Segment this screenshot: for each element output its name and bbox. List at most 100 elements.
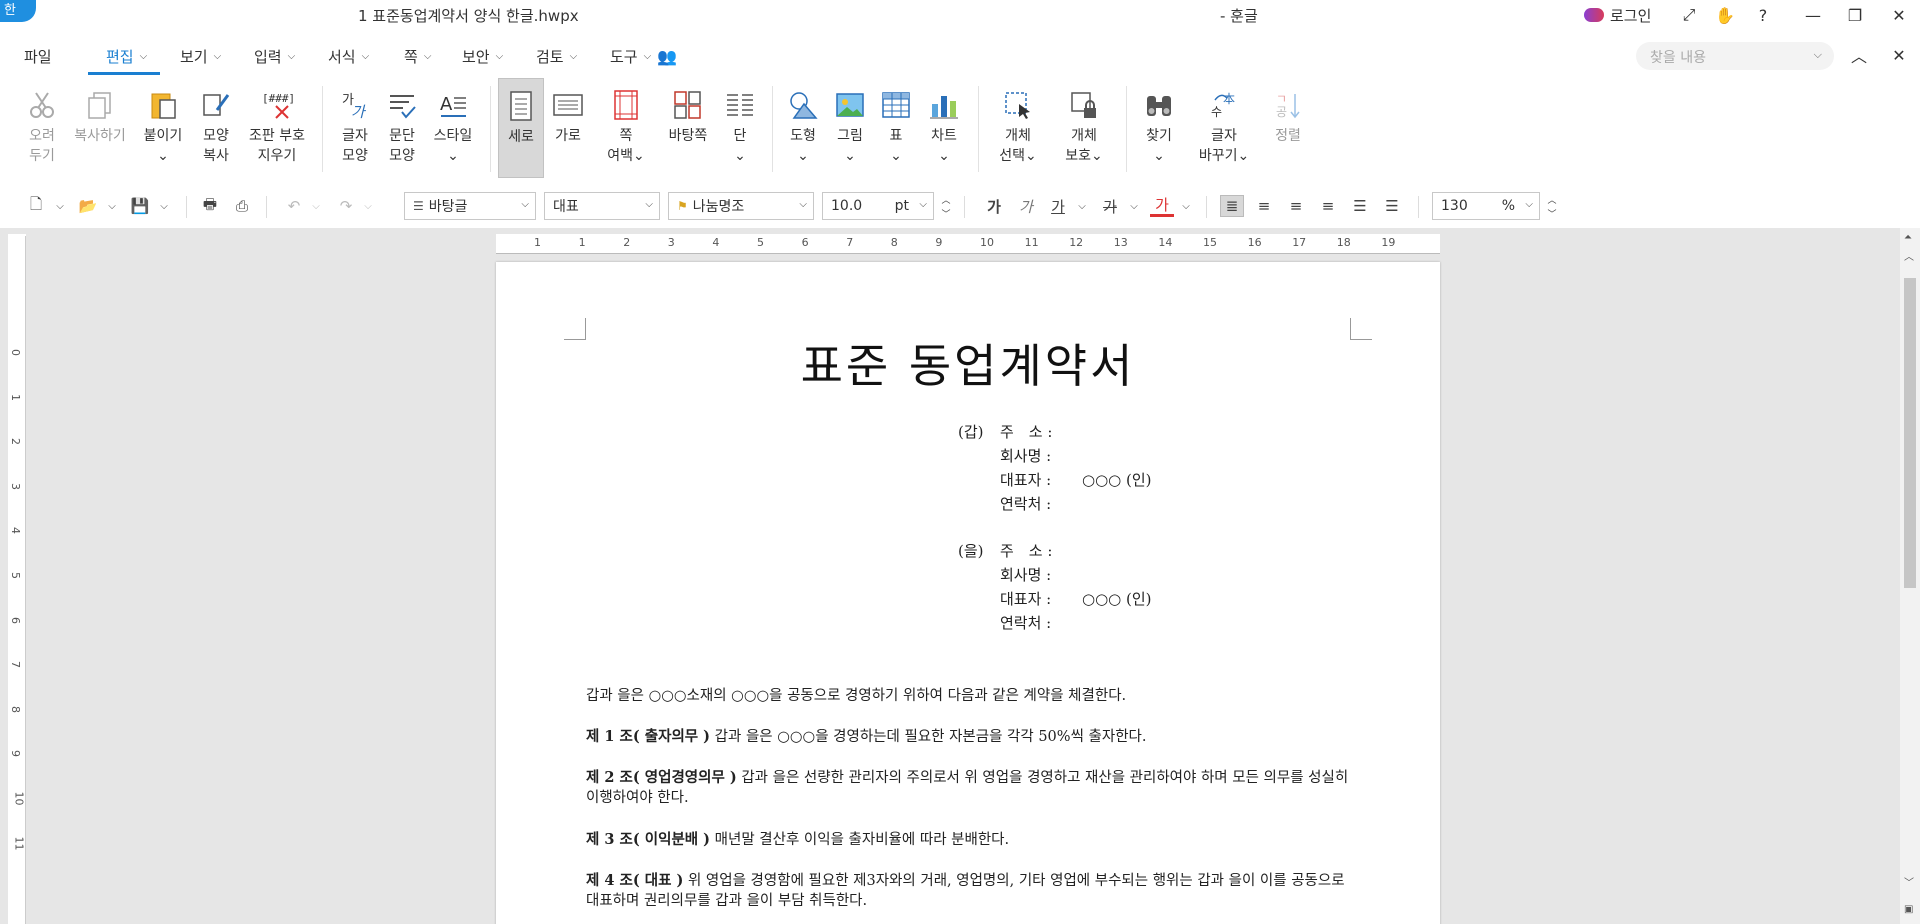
- menu-page[interactable]: 쪽 ⌵: [404, 46, 431, 67]
- scrollbar-thumb[interactable]: [1904, 278, 1916, 588]
- close-doc-icon[interactable]: ✕: [1886, 44, 1912, 66]
- menu-review[interactable]: 검토 ⌵: [536, 46, 577, 67]
- ruler-tick-label: 9: [935, 236, 943, 249]
- font-color-button[interactable]: 가: [1150, 195, 1174, 217]
- columns-button[interactable]: 단 ⌄: [720, 78, 760, 178]
- align-left-icon[interactable]: ≡: [1252, 195, 1276, 217]
- menu-edit[interactable]: 편집 ⌵: [106, 46, 147, 67]
- party-key: 주 소 :: [1000, 542, 1053, 560]
- replace-button[interactable]: 本수 글자 바꾸기⌄: [1196, 78, 1252, 178]
- save-icon[interactable]: 💾: [128, 195, 152, 217]
- table-button[interactable]: 표 ⌄: [876, 78, 916, 178]
- undo-icon[interactable]: ↶: [282, 195, 306, 217]
- style-select[interactable]: ☰ 바탕글 ⌵: [404, 192, 536, 220]
- align-right-icon[interactable]: ≡: [1316, 195, 1340, 217]
- zoom-up-icon[interactable]: ︿: [1540, 192, 1564, 206]
- menu-security[interactable]: 보안 ⌵: [462, 46, 503, 67]
- underline-button[interactable]: 가: [1046, 195, 1070, 217]
- document-page[interactable]: 표준 동업계약서 (갑) 주 소 : 회사명 : 대표자 : ○○○ (인) 연락처…: [496, 262, 1440, 924]
- font-size-input[interactable]: 10.0 pt ⌵: [822, 192, 934, 220]
- object-select-button[interactable]: 개체 선택⌄: [996, 78, 1040, 178]
- object-protect-button[interactable]: 개체 보호⌄: [1060, 78, 1108, 178]
- chevron-down-icon[interactable]: ⌵: [1070, 195, 1094, 217]
- restore-icon[interactable]: ❐: [1842, 4, 1868, 26]
- portrait-button[interactable]: 세로: [498, 78, 544, 178]
- chevron-down-icon[interactable]: ⌵: [152, 195, 176, 217]
- open-folder-icon[interactable]: 📂: [76, 195, 100, 217]
- format-painter-button[interactable]: 모양 복사: [192, 78, 240, 178]
- search-input[interactable]: 찾을 내용 ⌵: [1636, 42, 1834, 70]
- align-center-icon[interactable]: ≡: [1284, 195, 1308, 217]
- cut-button[interactable]: 오려 두기: [18, 78, 66, 178]
- shape-icon: [786, 88, 820, 122]
- copy-button[interactable]: 복사하기: [70, 78, 130, 178]
- svg-text:本: 本: [1223, 92, 1235, 106]
- chevron-down-icon: ⌵: [287, 51, 296, 62]
- align-divide-icon[interactable]: ☰: [1380, 195, 1404, 217]
- sort-button[interactable]: ㄱ공 정렬: [1268, 78, 1308, 178]
- chevron-down-icon[interactable]: ⌵: [1122, 195, 1146, 217]
- chart-icon: [927, 88, 961, 122]
- login-button[interactable]: 로그인: [1584, 4, 1651, 26]
- toolbar-separator: [266, 196, 267, 218]
- chevron-down-icon[interactable]: ⌵: [100, 195, 124, 217]
- chevron-down-icon[interactable]: ⌵: [1814, 48, 1822, 62]
- menu-tools[interactable]: 도구 ⌵ 👥: [610, 46, 677, 67]
- style-button[interactable]: A 스타일 ⌄: [428, 78, 478, 178]
- hand-icon[interactable]: ✋: [1712, 4, 1738, 26]
- fullscreen-icon[interactable]: ⤢: [1676, 4, 1702, 26]
- page-margin-button[interactable]: 쪽 여백⌄: [604, 78, 648, 178]
- landscape-button[interactable]: 가로: [546, 78, 590, 178]
- align-distribute-icon[interactable]: ☰: [1348, 195, 1372, 217]
- chevron-down-icon[interactable]: ⌵: [48, 195, 72, 217]
- italic-button[interactable]: 가: [1014, 195, 1038, 217]
- size-up-icon[interactable]: ︿: [934, 192, 958, 206]
- ruler-tick-label: 0: [9, 349, 22, 356]
- strikethrough-button[interactable]: 가: [1098, 195, 1122, 217]
- style-icon: ☰: [413, 199, 424, 213]
- columns-icon: [723, 88, 757, 122]
- collab-icon[interactable]: 👥: [657, 47, 677, 66]
- menu-insert[interactable]: 입력 ⌵: [254, 46, 295, 67]
- close-icon[interactable]: ✕: [1886, 4, 1912, 26]
- size-down-icon[interactable]: ﹀: [934, 206, 958, 220]
- picture-button[interactable]: 그림 ⌄: [828, 78, 872, 178]
- menu-view[interactable]: 보기 ⌵: [180, 46, 221, 67]
- menu-label: 파일: [24, 48, 52, 66]
- master-page-button[interactable]: 바탕쪽: [660, 78, 716, 178]
- shape-button[interactable]: 도형 ⌄: [782, 78, 824, 178]
- paste-button[interactable]: 붙이기 ⌄: [138, 78, 188, 178]
- clear-code-button[interactable]: [###] 조판 부호 지우기: [244, 78, 310, 178]
- language-select[interactable]: 대표 ⌵: [544, 192, 660, 220]
- print-preview-icon[interactable]: ⎙: [230, 195, 254, 217]
- para-shape-button[interactable]: 문단 모양: [380, 78, 424, 178]
- zoom-input[interactable]: 130 % ⌵: [1432, 192, 1540, 220]
- scroll-up-icon[interactable]: ︿: [1904, 248, 1914, 263]
- chevron-down-icon[interactable]: ⌵: [1174, 195, 1198, 217]
- print-icon[interactable]: 🖶: [198, 195, 222, 217]
- redo-icon[interactable]: ↷: [334, 195, 358, 217]
- chevron-down-icon[interactable]: ⌵: [356, 195, 380, 217]
- new-doc-icon[interactable]: 🗋: [24, 195, 48, 217]
- vertical-scrollbar[interactable]: ⏶ ︿ ﹀ ▣: [1900, 228, 1920, 924]
- minimize-icon[interactable]: —: [1800, 4, 1826, 26]
- char-shape-button[interactable]: 가가 글자 모양: [332, 78, 378, 178]
- zoom-down-icon[interactable]: ﹀: [1540, 206, 1564, 220]
- bold-button[interactable]: 가: [982, 195, 1006, 217]
- button-label: 쪽 여백⌄: [607, 128, 645, 164]
- collapse-ribbon-icon[interactable]: ︿: [1846, 44, 1872, 66]
- help-icon[interactable]: ?: [1750, 4, 1776, 26]
- font-select[interactable]: ⚑ 나눔명조 ⌵: [668, 192, 814, 220]
- find-button[interactable]: 찾기 ⌄: [1138, 78, 1180, 178]
- align-justify-icon[interactable]: ≣: [1220, 195, 1244, 217]
- horizontal-ruler[interactable]: 1 1 2 3 4 5 6 7 8 9 10 11 12 13 14 15 16 17 18 19: [496, 234, 1440, 254]
- menu-format[interactable]: 서식 ⌵: [328, 46, 369, 67]
- page-view-icon[interactable]: ▣: [1904, 904, 1913, 915]
- vertical-ruler[interactable]: 0 1 2 3 4 5 6 7 8 9 10 11: [8, 236, 26, 924]
- chart-button[interactable]: 차트 ⌄: [922, 78, 966, 178]
- button-label: 그림 ⌄: [837, 128, 863, 164]
- scroll-top-icon[interactable]: ⏶: [1904, 232, 1912, 243]
- menu-file[interactable]: 파일: [24, 46, 52, 67]
- chevron-down-icon[interactable]: ⌵: [304, 195, 328, 217]
- scroll-down-icon[interactable]: ﹀: [1904, 874, 1914, 889]
